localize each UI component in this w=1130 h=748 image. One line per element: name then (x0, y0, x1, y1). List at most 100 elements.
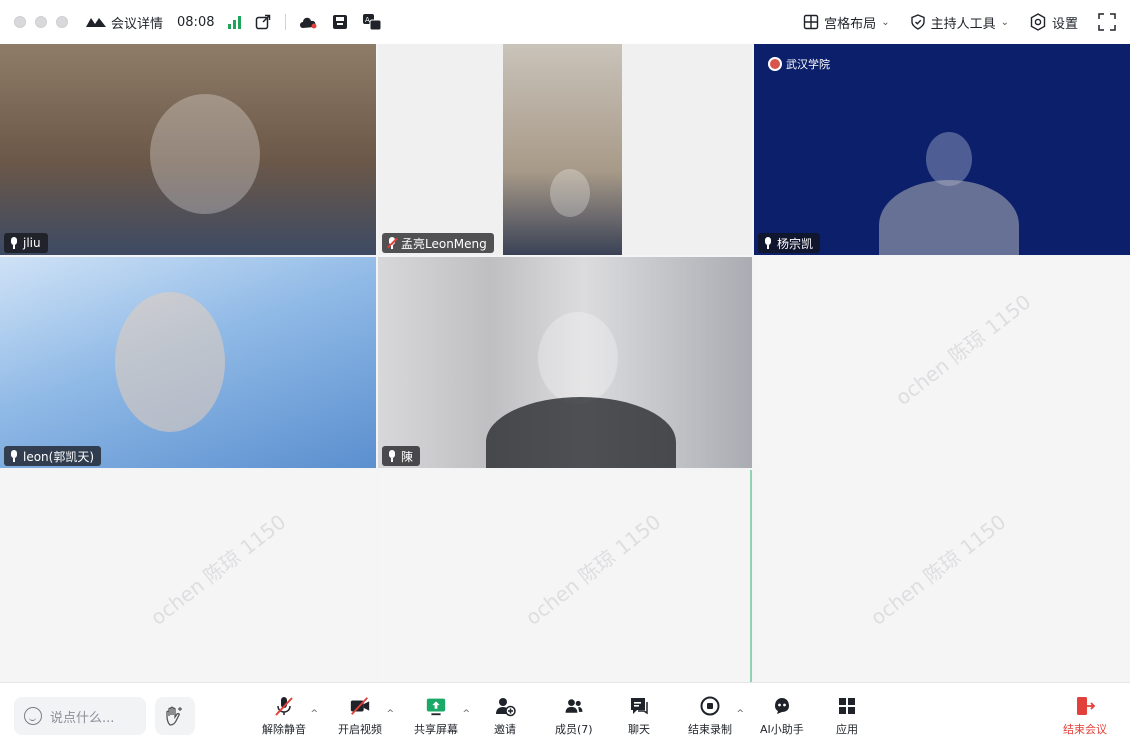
raise-hand-icon (166, 706, 182, 726)
participant-nametag: 陳 (382, 446, 421, 466)
layout-label: 宫格布局 (824, 16, 877, 32)
participant-nametag: jliu (4, 233, 48, 253)
participant-name: leon(郭凯天) (23, 449, 95, 464)
translate-icon: A (363, 14, 382, 31)
chat-placeholder: 说点什么... (50, 710, 115, 726)
meeting-window: 会议详情 08:08 A 宫格布局 ⌄ 主持人工具 ⌄ 设置 jliu 孟亮Le… (0, 0, 1130, 748)
save-icon (333, 15, 348, 29)
person-avatar (150, 94, 260, 214)
chevron-up-icon[interactable]: ^ (310, 709, 318, 719)
empty-tile (0, 470, 376, 682)
grid-layout-icon (803, 14, 819, 30)
record-icon (699, 695, 721, 717)
empty-tile (754, 257, 1130, 468)
participant-nametag: leon(郭凯天) (4, 446, 102, 466)
mic-icon (764, 237, 772, 249)
person-avatar (926, 132, 972, 186)
raise-hand-button[interactable] (155, 697, 195, 735)
video-tile[interactable]: 武汉学院 杨宗凯 (754, 44, 1130, 255)
popout-icon (256, 14, 271, 30)
zoom-window-button[interactable] (56, 16, 68, 28)
stop-recording-button[interactable]: 结束录制 ^ (688, 695, 744, 737)
organization-name: 武汉学院 (786, 58, 830, 71)
translate-button[interactable]: A (362, 13, 382, 31)
add-user-icon (494, 695, 516, 717)
mic-icon (10, 450, 18, 462)
person-body (879, 180, 1019, 255)
host-tools-dropdown[interactable]: 主持人工具 ⌄ (910, 13, 1009, 32)
end-meeting-button[interactable]: 结束会议 (1063, 695, 1107, 737)
mic-muted-icon (387, 237, 398, 249)
share-screen-label: 共享屏幕 (414, 723, 458, 736)
chat-icon (628, 695, 650, 717)
save-button[interactable] (332, 14, 348, 30)
settings-label: 设置 (1051, 16, 1078, 32)
video-tile[interactable]: leon(郭凯天) (0, 257, 376, 468)
fullscreen-button[interactable] (1098, 13, 1116, 31)
meeting-info-button[interactable]: 会议详情 (86, 13, 163, 32)
chevron-up-icon[interactable]: ^ (736, 709, 744, 719)
participant-nametag: 杨宗凯 (758, 233, 821, 253)
meeting-logo-icon (86, 18, 106, 27)
unmute-button[interactable]: 解除静音 ^ (262, 695, 318, 737)
person-avatar (538, 312, 618, 404)
emoji-icon (24, 707, 42, 725)
apps-label: 应用 (836, 723, 858, 736)
chat-label: 聊天 (628, 723, 650, 736)
window-controls (14, 16, 68, 28)
apps-button[interactable]: 应用 (836, 695, 858, 737)
timer-group: 08:08 (177, 15, 214, 30)
top-bar: 会议详情 08:08 A 宫格布局 ⌄ 主持人工具 ⌄ 设置 (0, 0, 1130, 44)
empty-tile (378, 470, 752, 682)
empty-tile (754, 470, 1130, 682)
participant-name: jliu (23, 236, 41, 250)
participant-name: 杨宗凯 (777, 236, 814, 251)
start-video-button[interactable]: 开启视频 ^ (338, 695, 394, 737)
svg-text:A: A (365, 16, 370, 24)
invite-label: 邀请 (494, 723, 516, 736)
unmute-label: 解除静音 (262, 723, 306, 736)
video-tile[interactable]: 陳 (378, 257, 752, 468)
cloud-button[interactable] (298, 15, 318, 29)
cloud-icon (300, 17, 317, 29)
host-tools-label: 主持人工具 (930, 16, 996, 32)
signal-icon (228, 15, 242, 29)
end-meeting-label: 结束会议 (1063, 723, 1107, 736)
chevron-up-icon[interactable]: ^ (462, 709, 470, 719)
layout-dropdown[interactable]: 宫格布局 ⌄ (803, 13, 890, 32)
video-tile[interactable]: 孟亮LeonMeng (378, 44, 752, 255)
start-video-label: 开启视频 (338, 723, 382, 736)
person-avatar (550, 169, 590, 217)
mic-muted-icon (273, 695, 295, 717)
popout-button[interactable] (255, 14, 271, 30)
video-grid: jliu 孟亮LeonMeng 武汉学院 杨宗凯 leon(郭凯天) 陳 och… (0, 44, 1130, 682)
chat-button[interactable]: 聊天 (628, 695, 650, 737)
mic-icon (388, 450, 396, 462)
video-tile[interactable]: jliu (0, 44, 376, 255)
network-status[interactable] (228, 15, 242, 29)
ai-assistant-button[interactable]: AI小助手 (760, 695, 804, 737)
members-button[interactable]: 成员(7) (555, 695, 593, 737)
invite-button[interactable]: 邀请 (494, 695, 516, 737)
chevron-up-icon[interactable]: ^ (386, 709, 394, 719)
settings-button[interactable]: 设置 (1029, 13, 1078, 32)
ai-assistant-icon (771, 695, 793, 717)
topbar-divider (285, 14, 287, 30)
shield-icon (910, 14, 925, 30)
mic-icon (10, 237, 18, 249)
participant-name: 陳 (401, 449, 414, 464)
participant-nametag: 孟亮LeonMeng (382, 233, 494, 253)
meeting-info-label: 会议详情 (111, 16, 164, 32)
gear-icon (1030, 13, 1046, 31)
minimize-window-button[interactable] (35, 16, 47, 28)
stop-recording-label: 结束录制 (688, 723, 732, 736)
share-screen-button[interactable]: 共享屏幕 ^ (414, 695, 470, 737)
ai-assistant-label: AI小助手 (760, 723, 804, 736)
participant-name: 孟亮LeonMeng (401, 236, 487, 251)
close-window-button[interactable] (14, 16, 26, 28)
apps-icon (836, 695, 858, 717)
chat-quick-input[interactable]: 说点什么... (14, 697, 146, 735)
topbar-right: 宫格布局 ⌄ 主持人工具 ⌄ 设置 (783, 13, 1116, 32)
members-icon (563, 695, 585, 717)
person-avatar (115, 292, 225, 432)
